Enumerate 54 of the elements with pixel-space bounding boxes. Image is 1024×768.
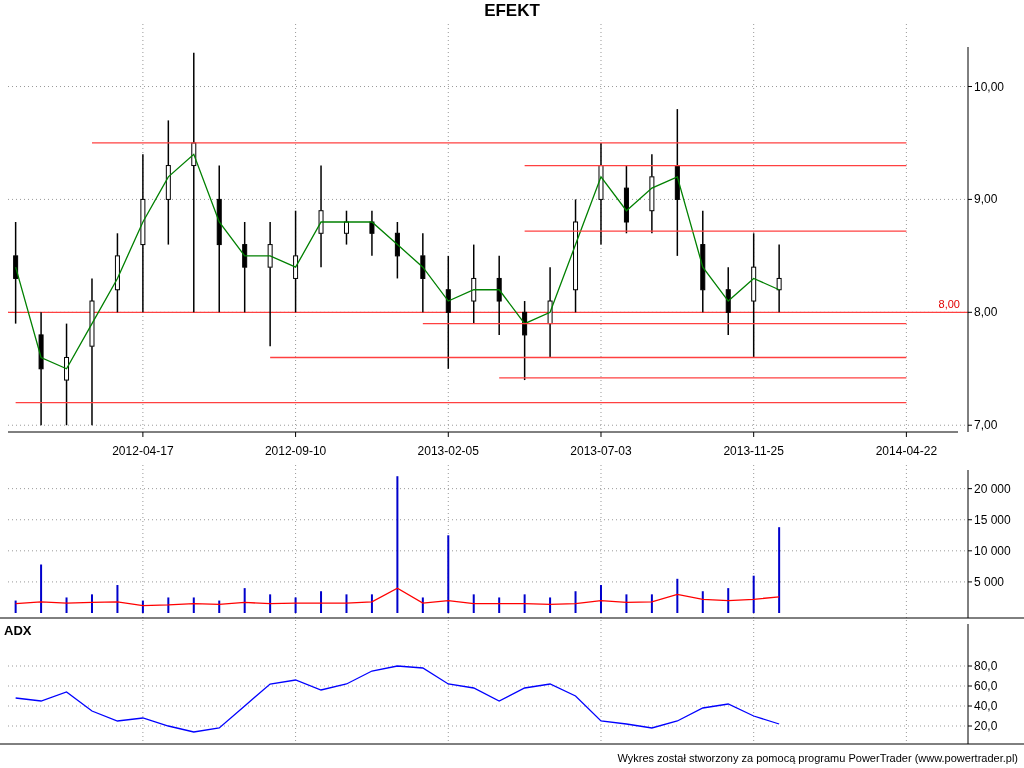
axis-label: 60,0 [974,679,998,693]
axis-label: 5 000 [974,574,1005,589]
volume-bar [472,594,475,613]
price-bar [394,221,400,280]
panel-title: ADX [4,623,32,638]
volume-bar [141,600,144,613]
axis-label: 2013-11-25 [723,444,784,458]
price-bar [369,209,375,257]
volume-bar [40,564,43,613]
axis-label: 20,0 [974,719,998,733]
volume-bar [701,591,704,613]
volume-bar [345,594,348,613]
axis-label: 7,00 [974,418,998,433]
volume-bar [676,578,679,613]
axis-label: 2014-04-22 [875,444,938,458]
volume-bar [320,591,323,613]
volume-bar [294,597,297,613]
volume-bar [167,597,170,613]
volume-bar [625,594,628,613]
volume-bar [269,594,272,613]
axis-label: 20 000 [974,481,1011,496]
volume-bar [370,594,373,613]
axis-label: 80,0 [974,659,998,673]
axis-label: 2013-02-05 [417,444,479,458]
volume-bar [243,588,246,613]
footer-credit: Wykres został stworzony za pomocą programu PowerTrader (www.powertrader.pl) [617,751,1018,766]
volume-bar [523,594,526,613]
axis-label: 9,00 [974,192,998,207]
axis-label: 10 000 [974,543,1011,558]
axis-label: 10,00 [974,79,1005,94]
line-label: 8,00 [938,298,960,311]
volume-bar [549,597,552,613]
axis-label: 2013-07-03 [570,444,632,458]
price-bar [725,266,731,336]
axis-label: 15 000 [974,512,1011,527]
axis-label: 2012-04-17 [112,444,174,458]
volume-bar [752,575,755,613]
volume-bar [498,597,501,613]
volume-bar [218,600,221,613]
chart-title: EFEKT [484,0,540,22]
axis-label: 2012-09-10 [264,444,327,458]
volume-bar [650,594,653,613]
volume-bar [727,588,730,613]
volume-bar [574,591,577,613]
volume-bar [421,597,424,613]
volume-bar [14,600,17,613]
price-bar [623,164,629,235]
volume-bar [192,597,195,613]
volume-bar [65,597,68,613]
axis-label: 8,00 [974,305,998,320]
volume-bar [116,585,119,613]
price-bar [776,243,782,314]
price-bar [344,209,349,246]
axis-label: 40,0 [974,699,998,713]
